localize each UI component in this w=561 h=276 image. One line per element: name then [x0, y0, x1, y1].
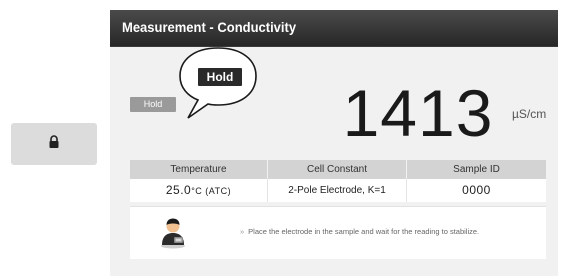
lock-icon — [48, 134, 60, 154]
info-table-value-row: 25.0°C (ATC) 2-Pole Electrode, K=1 0000 — [130, 179, 546, 202]
temperature-value: 25.0 — [165, 183, 192, 197]
chevron-right-icon: » — [240, 227, 245, 236]
instruction-message: Place the electrode in the sample and wa… — [248, 227, 480, 236]
hold-status-badge[interactable]: Hold — [130, 97, 176, 112]
sample-id-value[interactable]: 0000 — [407, 179, 546, 202]
operator-icon — [158, 217, 188, 254]
header-temperature: Temperature — [130, 160, 268, 179]
cell-constant-value[interactable]: 2-Pole Electrode, K=1 — [268, 179, 407, 202]
measurement-unit: µS/cm — [512, 107, 547, 121]
lock-button[interactable] — [11, 123, 97, 165]
temperature-cell[interactable]: 25.0°C (ATC) — [130, 179, 268, 202]
window-title: Measurement - Conductivity — [110, 10, 558, 47]
instruction-area: » Place the electrode in the sample and w… — [130, 206, 546, 259]
temperature-unit: °C (ATC) — [191, 186, 232, 196]
header-cell-constant: Cell Constant — [268, 160, 407, 179]
hold-callout-label: Hold — [198, 68, 242, 86]
measurement-value: 1413 — [342, 76, 494, 150]
info-table: Temperature Cell Constant Sample ID 25.0… — [130, 160, 546, 202]
hold-callout-bubble: Hold — [172, 44, 262, 124]
instruction-text: » Place the electrode in the sample and w… — [240, 227, 479, 236]
header-sample-id: Sample ID — [407, 160, 546, 179]
measurement-panel: Measurement - Conductivity Hold Hold 141… — [110, 10, 558, 276]
info-table-header-row: Temperature Cell Constant Sample ID — [130, 160, 546, 179]
